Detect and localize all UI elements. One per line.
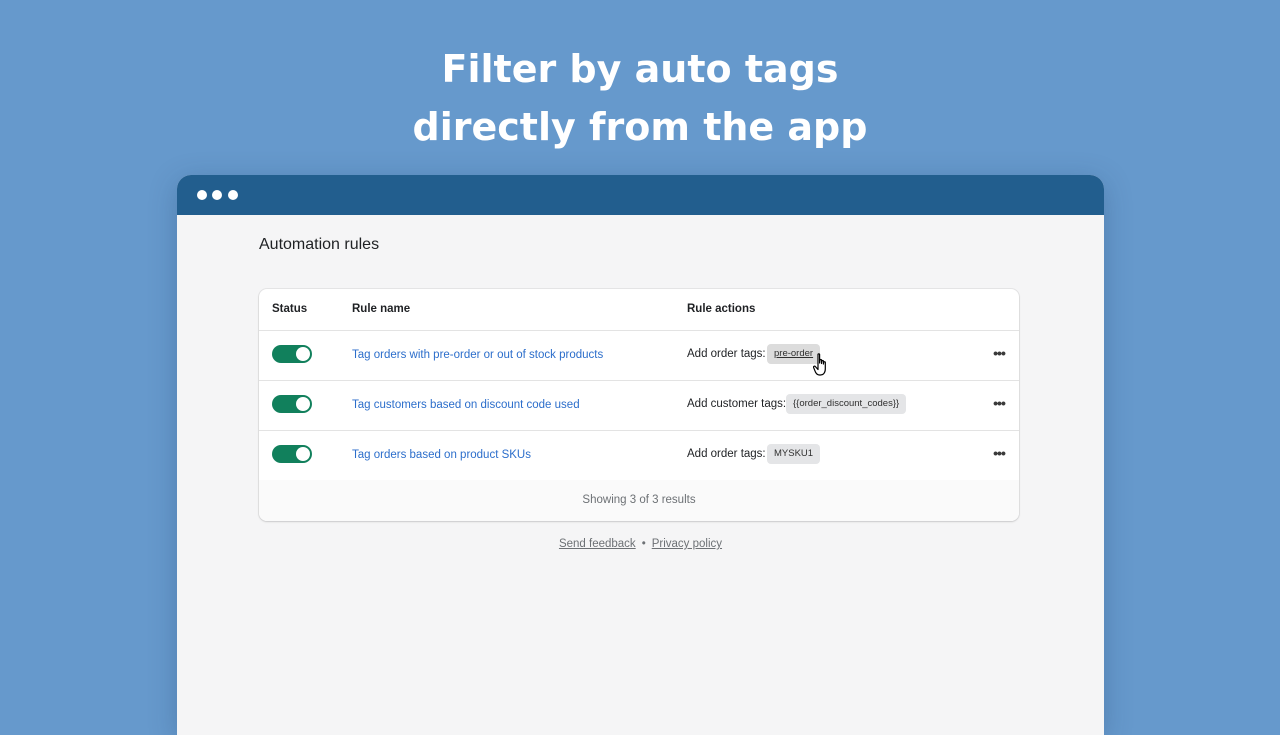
- more-actions-icon[interactable]: •••: [989, 343, 1009, 363]
- rule-action-label: Add order tags:: [687, 448, 766, 460]
- footer-separator: •: [641, 538, 646, 550]
- app-window: Automation rules Status Rule name Rule a…: [177, 175, 1104, 735]
- send-feedback-link[interactable]: Send feedback: [559, 538, 636, 550]
- status-toggle[interactable]: [272, 395, 312, 413]
- tag-badge[interactable]: {{order_discount_codes}}: [786, 394, 907, 414]
- toggle-knob: [296, 397, 310, 411]
- page-title: Automation rules: [259, 236, 380, 253]
- rules-table: Status Rule name Rule actions Tag orders…: [259, 289, 1019, 521]
- toggle-knob: [296, 347, 310, 361]
- headline-line-2: directly from the app: [412, 105, 868, 149]
- rule-action-label: Add order tags:: [687, 348, 766, 360]
- more-actions-icon[interactable]: •••: [989, 393, 1009, 413]
- table-row: Tag customers based on discount code use…: [259, 381, 1019, 431]
- tag-badge[interactable]: MYSKU1: [767, 444, 821, 464]
- status-toggle[interactable]: [272, 445, 312, 463]
- headline: Filter by auto tags directly from the ap…: [0, 40, 1280, 156]
- table-row: Tag orders with pre-order or out of stoc…: [259, 331, 1019, 381]
- table-header: Status Rule name Rule actions: [259, 289, 1019, 331]
- window-title-bar: [177, 175, 1104, 215]
- more-actions-icon[interactable]: •••: [989, 443, 1009, 463]
- header-rule-actions: Rule actions: [687, 303, 756, 315]
- footer-links: Send feedback • Privacy policy: [177, 538, 1104, 550]
- window-dot-icon: [197, 190, 207, 200]
- rule-name-link[interactable]: Tag orders based on product SKUs: [352, 449, 531, 461]
- rule-action-label: Add customer tags:: [687, 398, 787, 410]
- header-rule-name: Rule name: [352, 303, 411, 315]
- hand-pointer-icon: [813, 353, 826, 376]
- rule-name-link[interactable]: Tag orders with pre-order or out of stoc…: [352, 349, 603, 361]
- table-footer: Showing 3 of 3 results: [259, 480, 1019, 521]
- privacy-policy-link[interactable]: Privacy policy: [652, 538, 722, 550]
- rule-name-link[interactable]: Tag customers based on discount code use…: [352, 399, 580, 411]
- toggle-knob: [296, 447, 310, 461]
- status-toggle[interactable]: [272, 345, 312, 363]
- header-status: Status: [272, 303, 308, 315]
- window-dot-icon: [212, 190, 222, 200]
- headline-line-1: Filter by auto tags: [441, 47, 839, 91]
- window-dot-icon: [228, 190, 238, 200]
- table-row: Tag orders based on product SKUs Add ord…: [259, 431, 1019, 481]
